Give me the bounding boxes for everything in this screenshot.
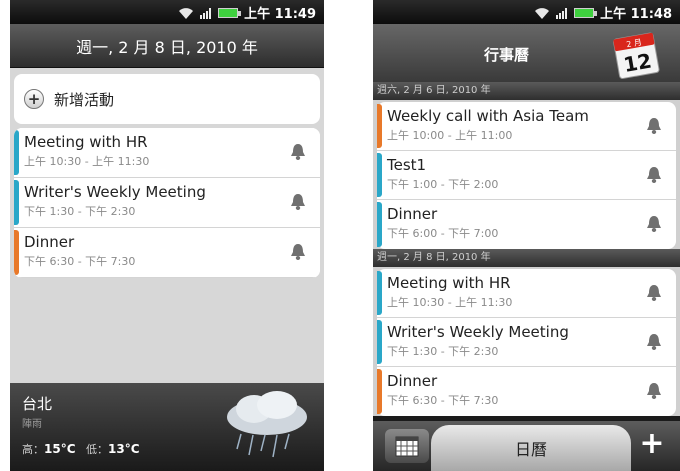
add-event-label: 新增活動 [54, 90, 115, 109]
event-title: Dinner [387, 372, 438, 390]
calendar-color-bar [377, 271, 382, 315]
event-item[interactable]: Writer's Weekly Meeting 下午 1:30 - 下午 2:30 [377, 318, 676, 367]
event-time: 下午 1:30 - 下午 2:30 [24, 205, 136, 218]
event-list: Weekly call with Asia Team 上午 10:00 - 上午 … [373, 100, 680, 249]
high-temp: 15°C [44, 442, 76, 456]
calendar-icon-day: 12 [622, 48, 654, 76]
event-item[interactable]: Writer's Weekly Meeting 下午 1:30 - 下午 2:30 [14, 178, 320, 228]
event-time: 上午 10:30 - 上午 11:30 [387, 296, 513, 309]
agenda-list: 週六, 2 月 6 日, 2010 年 Weekly call with Asia… [373, 82, 680, 416]
event-time: 下午 6:00 - 下午 7:00 [387, 227, 499, 240]
left-phone-screen: 上午 11:49 週一, 2 月 8 日, 2010 年 + 新增活動 Meet… [10, 0, 324, 471]
calendar-color-bar [377, 320, 382, 364]
event-time: 下午 6:30 - 下午 7:30 [24, 255, 136, 268]
bell-icon[interactable] [646, 333, 662, 351]
event-item[interactable]: Weekly call with Asia Team 上午 10:00 - 上午 … [377, 102, 676, 151]
status-bar: 上午 11:49 [10, 0, 324, 24]
date-header: 週一, 2 月 8 日, 2010 年 [10, 24, 324, 68]
event-title: Meeting with HR [387, 274, 511, 292]
event-item[interactable]: Dinner 下午 6:30 - 下午 7:30 [377, 367, 676, 416]
event-item[interactable]: Meeting with HR 上午 10:30 - 上午 11:30 [14, 128, 320, 178]
calendar-color-bar [377, 153, 382, 197]
bell-icon[interactable] [646, 117, 662, 135]
cloud-rain-icon [227, 391, 307, 458]
add-event-button[interactable]: + [632, 429, 672, 463]
event-item[interactable]: Meeting with HR 上午 10:30 - 上午 11:30 [377, 269, 676, 318]
status-time: 上午 11:48 [600, 7, 672, 22]
weather-widget[interactable]: 台北 陣雨 高：15°C 低：13°C [10, 383, 324, 471]
bell-icon[interactable] [646, 382, 662, 400]
event-time: 上午 10:30 - 上午 11:30 [24, 155, 150, 168]
bell-icon[interactable] [646, 215, 662, 233]
event-list: Meeting with HR 上午 10:30 - 上午 11:30 Writer… [373, 267, 680, 416]
calendar-title-bar: 行事曆 2 月 12 [373, 24, 680, 82]
event-time: 下午 1:00 - 下午 2:00 [387, 178, 499, 191]
event-title: Dinner [387, 205, 438, 223]
event-time: 下午 6:30 - 下午 7:30 [387, 394, 499, 407]
agenda-body: + 新增活動 Meeting with HR 上午 10:30 - 上午 11:3… [10, 68, 324, 428]
low-label: 低： [86, 443, 109, 456]
day-header: 週六, 2 月 6 日, 2010 年 [373, 82, 680, 100]
calendar-color-bar [377, 202, 382, 247]
calendar-color-bar [14, 230, 19, 275]
right-phone-screen: 上午 11:48 行事曆 2 月 12 週六, 2 月 6 日, 2010 年 W… [373, 0, 680, 471]
status-time: 上午 11:49 [244, 7, 316, 22]
event-title: Meeting with HR [24, 133, 148, 151]
battery-icon [574, 7, 598, 18]
calendar-color-bar [377, 369, 382, 414]
event-time: 上午 10:00 - 上午 11:00 [387, 129, 513, 142]
bell-icon[interactable] [290, 243, 306, 261]
weather-condition: 陣雨 [22, 419, 42, 430]
event-title: Writer's Weekly Meeting [387, 323, 569, 341]
status-bar: 上午 11:48 [373, 0, 680, 24]
day-header: 週一, 2 月 8 日, 2010 年 [373, 249, 680, 267]
bottom-bar: 日曆 + [373, 421, 680, 471]
signal-icon [556, 7, 568, 19]
grid-icon [395, 436, 419, 457]
weather-city: 台北 [22, 395, 53, 413]
calendar-color-bar [14, 180, 19, 225]
event-title: Writer's Weekly Meeting [24, 183, 206, 201]
calendar-color-bar [377, 104, 382, 148]
wifi-icon [179, 7, 194, 19]
high-label: 高： [22, 443, 44, 456]
signal-icon [200, 7, 212, 19]
tab-calendar[interactable]: 日曆 [431, 425, 631, 471]
calendar-icon: 2 月 12 [613, 32, 660, 79]
plus-icon: + [24, 89, 44, 109]
month-view-button[interactable] [385, 429, 429, 463]
add-event-button[interactable]: + 新增活動 [14, 74, 320, 124]
low-temp: 13°C [108, 442, 140, 456]
event-title: Weekly call with Asia Team [387, 107, 589, 125]
event-item[interactable]: Dinner 下午 6:00 - 下午 7:00 [377, 200, 676, 249]
event-title: Test1 [387, 156, 427, 174]
battery-icon [218, 7, 242, 18]
event-title: Dinner [24, 233, 75, 251]
bell-icon[interactable] [290, 143, 306, 161]
weather-temps: 高：15°C 低：13°C [22, 441, 140, 457]
event-item[interactable]: Test1 下午 1:00 - 下午 2:00 [377, 151, 676, 200]
bell-icon[interactable] [646, 166, 662, 184]
wifi-icon [535, 7, 550, 19]
calendar-color-bar [14, 130, 19, 175]
bell-icon[interactable] [290, 193, 306, 211]
bell-icon[interactable] [646, 284, 662, 302]
event-list: Meeting with HR 上午 10:30 - 上午 11:30 Writer… [14, 128, 320, 278]
event-item[interactable]: Dinner 下午 6:30 - 下午 7:30 [14, 228, 320, 278]
event-time: 下午 1:30 - 下午 2:30 [387, 345, 499, 358]
